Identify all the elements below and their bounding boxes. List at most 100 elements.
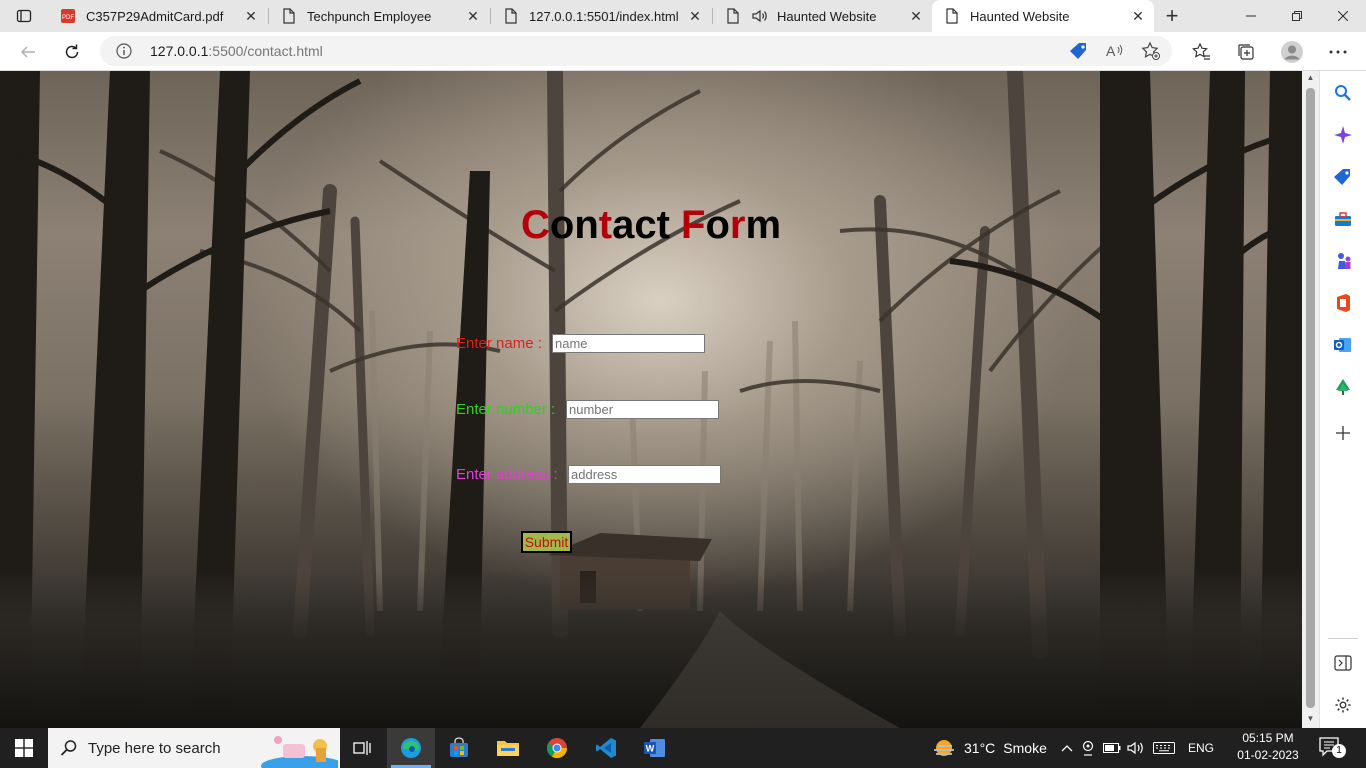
page-icon [944, 8, 960, 24]
submit-button[interactable]: Submit [521, 531, 572, 553]
office-icon[interactable] [1331, 291, 1355, 315]
keyboard-icon[interactable] [1148, 742, 1180, 754]
clock-time: 05:15 PM [1242, 731, 1294, 745]
tab-strip: PDF C357P29AdmitCard.pdf ✕ Techpunch Emp… [0, 0, 1366, 32]
tab-title: Haunted Website [777, 8, 877, 24]
tab-techpunch[interactable]: Techpunch Employee ✕ [269, 0, 489, 32]
notifications-button[interactable]: 1 [1318, 736, 1348, 760]
tools-toolbox-icon[interactable] [1331, 207, 1355, 231]
weather-condition: Smoke [1003, 740, 1047, 756]
tree-icon[interactable] [1331, 375, 1355, 399]
title-letter: F [681, 203, 706, 247]
minimize-button[interactable] [1228, 0, 1274, 32]
scroll-up-icon[interactable]: ▲ [1305, 73, 1316, 85]
close-icon[interactable]: ✕ [1126, 4, 1150, 28]
title-letter: r [729, 203, 746, 247]
title-letter: C [521, 203, 550, 247]
chrome-app-icon[interactable] [533, 728, 581, 768]
address-input[interactable] [568, 465, 721, 484]
title-letters: act [612, 203, 682, 247]
coupon-tag-icon[interactable] [1068, 41, 1090, 61]
pdf-icon: PDF [60, 8, 76, 24]
close-icon[interactable]: ✕ [461, 4, 485, 28]
taskbar-clock[interactable]: 05:15 PM 01-02-2023 [1236, 730, 1300, 764]
speaker-icon[interactable] [751, 8, 773, 24]
close-icon[interactable]: ✕ [683, 4, 707, 28]
url-text[interactable]: 127.0.0.1:5500/contact.html [150, 43, 323, 59]
scroll-thumb[interactable] [1306, 88, 1315, 708]
url-host: 127.0.0.1 [150, 43, 209, 59]
tab-actions-icon[interactable] [8, 4, 40, 28]
language-indicator[interactable]: ENG [1188, 741, 1214, 755]
search-icon [60, 739, 78, 757]
tab-title: Haunted Website [970, 8, 1070, 24]
search-placeholder: Type here to search [88, 740, 221, 757]
windows-logo-icon [15, 739, 33, 757]
clock-date: 01-02-2023 [1237, 748, 1299, 762]
name-label: Enter name : [456, 335, 542, 352]
close-icon[interactable]: ✕ [904, 4, 928, 28]
svg-text:W: W [646, 744, 655, 754]
edge-sidebar [1319, 71, 1366, 728]
sidebar-divider [1328, 638, 1358, 639]
page-title: Contact Form [521, 203, 781, 248]
back-button[interactable] [12, 36, 44, 68]
vscode-app-icon[interactable] [582, 728, 630, 768]
chevron-up-icon[interactable] [1058, 744, 1076, 752]
new-tab-button[interactable]: + [1158, 2, 1186, 30]
store-app-icon[interactable] [435, 728, 483, 768]
search-highlight-art-icon [258, 730, 345, 768]
hide-sidebar-icon[interactable] [1331, 651, 1355, 675]
name-input[interactable] [552, 334, 705, 353]
tab-title: 127.0.0.1:5501/index.html [529, 8, 679, 24]
number-input[interactable] [566, 400, 719, 419]
more-menu-icon[interactable] [1322, 36, 1354, 68]
scroll-down-icon[interactable]: ▼ [1305, 714, 1316, 726]
page-icon [503, 8, 519, 24]
address-bar[interactable]: 127.0.0.1:5500/contact.html A [100, 36, 1172, 66]
windows-taskbar: Type here to search W 31°C Smoke ENG 05:… [0, 728, 1366, 768]
profile-avatar-icon[interactable] [1276, 36, 1308, 68]
task-view-icon[interactable] [338, 728, 386, 768]
read-aloud-icon[interactable]: A [1104, 41, 1126, 61]
copilot-sparkle-icon[interactable] [1331, 123, 1355, 147]
close-icon[interactable]: ✕ [239, 4, 263, 28]
tab-index[interactable]: 127.0.0.1:5501/index.html ✕ [491, 0, 711, 32]
refresh-button[interactable] [56, 36, 88, 68]
title-letter: t [598, 203, 613, 247]
site-info-icon[interactable] [116, 43, 132, 59]
edge-app-icon[interactable] [387, 728, 435, 768]
add-icon[interactable] [1331, 421, 1355, 445]
title-letters: on [549, 203, 599, 247]
close-window-button[interactable] [1320, 0, 1366, 32]
start-button[interactable] [0, 728, 48, 768]
search-icon[interactable] [1331, 81, 1355, 105]
favorites-icon[interactable] [1186, 36, 1218, 68]
svg-text:PDF: PDF [62, 15, 74, 21]
outlook-icon[interactable] [1331, 333, 1355, 357]
weather-icon [930, 736, 958, 760]
number-label: Enter number : [456, 401, 556, 418]
contact-page: Contact Form Enter name : Enter number :… [0, 71, 1302, 728]
word-app-icon[interactable]: W [631, 728, 679, 768]
tab-haunted-audio[interactable]: Haunted Website ✕ [713, 0, 932, 32]
restore-button[interactable] [1274, 0, 1320, 32]
collections-icon[interactable] [1230, 36, 1262, 68]
page-scrollbar[interactable]: ▲ ▼ [1302, 71, 1319, 728]
shopping-tag-icon[interactable] [1331, 165, 1355, 189]
file-explorer-icon[interactable] [484, 728, 532, 768]
title-letter: o [705, 203, 730, 247]
address-label: Enter address : [456, 466, 558, 483]
tab-haunted-active[interactable]: Haunted Website ✕ [932, 0, 1154, 32]
settings-gear-icon[interactable] [1331, 693, 1355, 717]
tab-admit-card[interactable]: PDF C357P29AdmitCard.pdf ✕ [48, 0, 267, 32]
battery-icon[interactable] [1100, 743, 1124, 753]
system-tray: ENG [1058, 728, 1214, 768]
camera-icon[interactable] [1076, 740, 1100, 756]
games-chess-icon[interactable] [1331, 249, 1355, 273]
add-favorite-icon[interactable] [1140, 41, 1162, 61]
volume-icon[interactable] [1124, 741, 1148, 755]
taskbar-search[interactable]: Type here to search [48, 728, 345, 768]
weather-widget[interactable]: 31°C Smoke [930, 728, 1047, 768]
tab-title: Techpunch Employee [307, 8, 432, 24]
